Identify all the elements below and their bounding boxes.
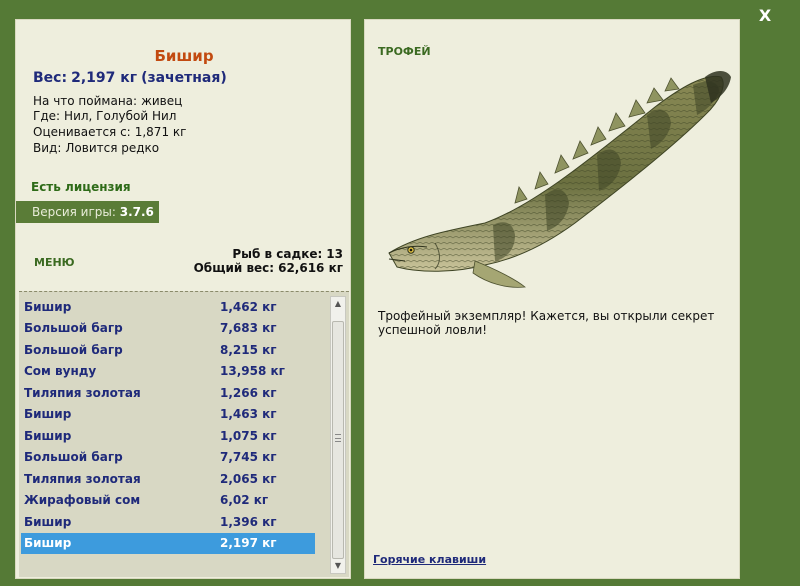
catch-info-panel: Бишир Вес: 2,197 кг (зачетная) На что пойм… bbox=[15, 19, 351, 579]
fish-row-weight: 1,075 кг bbox=[220, 428, 277, 443]
fish-row-weight: 1,462 кг bbox=[220, 299, 277, 314]
rarity-info: Вид: Ловится редко bbox=[33, 141, 163, 155]
fish-list-row[interactable]: Бишир 1,463 кг bbox=[21, 404, 315, 426]
fish-weight-line: Вес: 2,197 кг (зачетная) bbox=[33, 70, 231, 86]
total-weight-value: 62,616 кг bbox=[278, 261, 343, 275]
fish-list-row[interactable]: Большой багр 7,745 кг bbox=[21, 447, 315, 469]
fish-row-name: Жирафовый сом bbox=[24, 493, 141, 508]
weight-value: 2,197 кг bbox=[71, 70, 138, 86]
fish-row-name: Тиляпия золотая bbox=[24, 471, 141, 486]
weight-note: (зачетная) bbox=[141, 70, 227, 86]
location-info: Где: Нил, Голубой Нил bbox=[33, 109, 180, 123]
fish-list-row[interactable]: Тиляпия золотая 2,065 кг bbox=[21, 468, 315, 490]
fish-row-weight: 2,197 кг bbox=[220, 536, 277, 551]
fish-count-label: Рыб в садке: bbox=[232, 247, 323, 261]
fish-list-row[interactable]: Бишир 1,075 кг bbox=[21, 425, 315, 447]
version-label: Версия игры: bbox=[32, 205, 116, 219]
bait-value: живец bbox=[141, 94, 183, 108]
fish-list-row[interactable]: Бишир 1,462 кг bbox=[21, 296, 315, 318]
scroll-up-arrow-icon[interactable]: ▲ bbox=[331, 297, 345, 311]
menu-button[interactable]: МЕНЮ bbox=[34, 256, 75, 269]
threshold-value: 1,871 кг bbox=[134, 125, 187, 139]
fish-row-weight: 2,065 кг bbox=[220, 471, 277, 486]
scroll-thumb[interactable] bbox=[332, 321, 344, 559]
fish-list-row[interactable]: Бишир 1,396 кг bbox=[21, 511, 315, 533]
close-icon[interactable]: X bbox=[759, 6, 771, 25]
fish-list: Бишир 1,462 кг Большой багр 7,683 кг Большой… bbox=[21, 296, 315, 554]
fish-list-row[interactable]: Тиляпия золотая 1,266 кг bbox=[21, 382, 315, 404]
fish-list-row[interactable]: Бишир 2,197 кг bbox=[21, 532, 315, 554]
license-status: Есть лицензия bbox=[31, 180, 131, 194]
rarity-value: Ловится редко bbox=[65, 141, 160, 155]
scroll-grip-icon bbox=[335, 434, 341, 442]
location-label: Где: bbox=[33, 109, 61, 123]
fish-row-name: Тиляпия золотая bbox=[24, 385, 141, 400]
fish-name-title: Бишир bbox=[154, 47, 214, 65]
rarity-label: Вид: bbox=[33, 141, 62, 155]
game-version-badge: Версия игры: 3.7.6 bbox=[16, 201, 159, 223]
close-button[interactable]: X bbox=[754, 6, 776, 26]
fish-list-row[interactable]: Сом вунду 13,958 кг bbox=[21, 361, 315, 383]
bichir-fish-image bbox=[388, 71, 731, 288]
fish-list-row[interactable]: Жирафовый сом 6,02 кг bbox=[21, 490, 315, 512]
weight-label: Вес: bbox=[33, 70, 68, 86]
version-value: 3.7.6 bbox=[119, 205, 154, 219]
fish-row-name: Большой багр bbox=[24, 321, 123, 336]
fish-list-row[interactable]: Большой багр 7,683 кг bbox=[21, 318, 315, 340]
fish-row-name: Бишир bbox=[24, 514, 72, 529]
total-weight-label: Общий вес: bbox=[193, 261, 275, 275]
bait-info: На что поймана: живец bbox=[33, 94, 186, 108]
fish-row-weight: 7,683 кг bbox=[220, 321, 277, 336]
trophy-panel: ТРОФЕЙ Трофейный экземпляр! Кажется, вы … bbox=[364, 19, 740, 579]
location-value: Нил, Голубой Нил bbox=[64, 109, 177, 123]
fish-row-name: Сом вунду bbox=[24, 364, 97, 379]
fish-row-weight: 1,463 кг bbox=[220, 407, 277, 422]
fish-row-name: Бишир bbox=[24, 428, 72, 443]
fish-row-weight: 13,958 кг bbox=[220, 364, 285, 379]
list-scrollbar[interactable]: ▲ ▼ bbox=[330, 296, 346, 574]
fish-row-name: Бишир bbox=[24, 407, 72, 422]
fish-row-weight: 1,396 кг bbox=[220, 514, 277, 529]
keepnet-totals: Рыб в садке: 13 Общий вес: 62,616 кг bbox=[194, 247, 343, 275]
fish-row-weight: 6,02 кг bbox=[220, 493, 269, 508]
fish-row-weight: 7,745 кг bbox=[220, 450, 277, 465]
fish-row-name: Бишир bbox=[24, 299, 72, 314]
bait-label: На что поймана: bbox=[33, 94, 138, 108]
fish-count-value: 13 bbox=[326, 247, 343, 261]
fish-row-name: Большой багр bbox=[24, 342, 123, 357]
trophy-message: Трофейный экземпляр! Кажется, вы открыли… bbox=[378, 309, 715, 337]
fish-row-weight: 1,266 кг bbox=[220, 385, 277, 400]
fish-row-name: Бишир bbox=[24, 536, 72, 551]
threshold-label: Оценивается с: bbox=[33, 125, 131, 139]
fish-row-weight: 8,215 кг bbox=[220, 342, 277, 357]
scroll-down-arrow-icon[interactable]: ▼ bbox=[331, 559, 345, 573]
fish-list-row[interactable]: Большой багр 8,215 кг bbox=[21, 339, 315, 361]
keepnet-list: Бишир 1,462 кг Большой багр 7,683 кг Большой… bbox=[19, 291, 349, 577]
threshold-info: Оценивается с: 1,871 кг bbox=[33, 125, 190, 139]
hotkeys-link[interactable]: Горячие клавиши bbox=[373, 553, 486, 566]
fish-row-name: Большой багр bbox=[24, 450, 123, 465]
